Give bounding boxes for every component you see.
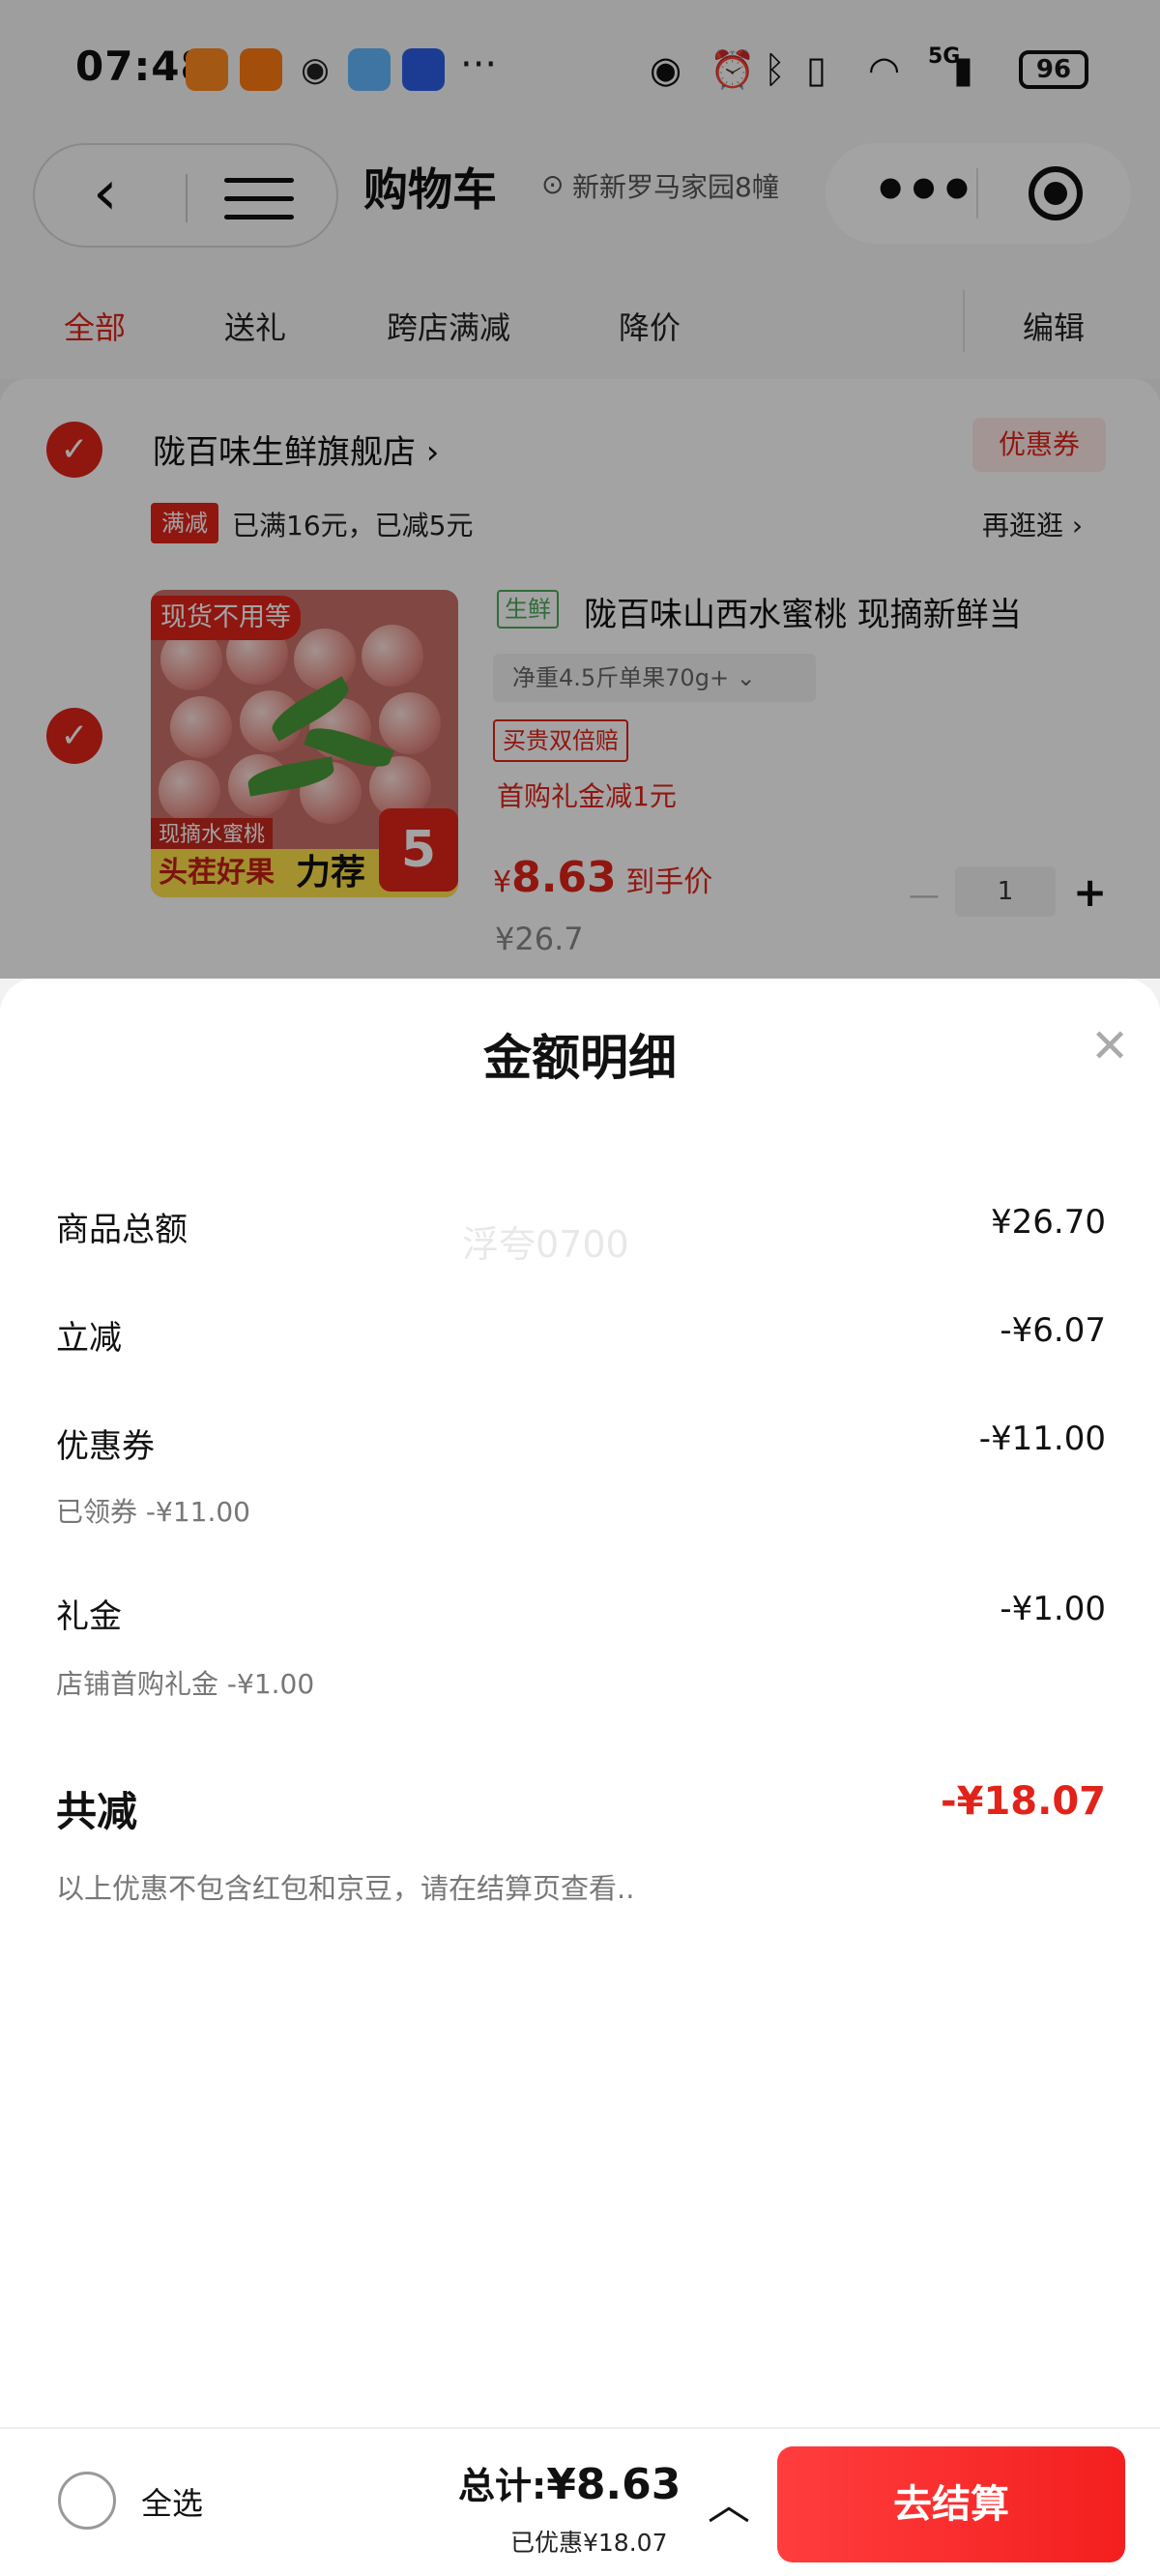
total-discount-label: 共减 bbox=[56, 1788, 138, 1835]
subtotal-label: 商品总额 bbox=[56, 1211, 188, 1249]
gift-value: -¥1.00 bbox=[1000, 1590, 1106, 1628]
gift-detail: 店铺首购礼金 -¥1.00 bbox=[56, 1668, 315, 1700]
select-all-checkbox[interactable] bbox=[58, 2472, 116, 2530]
watermark: 浮夸0700 bbox=[462, 1223, 629, 1266]
checkout-bar: 全选 总计:¥8.63 已优惠¥18.07 ︿ 去结算 bbox=[0, 2427, 1160, 2576]
select-all-label[interactable]: 全选 bbox=[141, 2479, 203, 2524]
chevron-up-icon[interactable]: ︿ bbox=[708, 2470, 750, 2532]
modal-overlay[interactable] bbox=[0, 0, 1160, 979]
total-prefix: 总计: bbox=[458, 2465, 547, 2507]
amount-detail-sheet: 金额明细 ✕ 浮夸0700 商品总额 ¥26.70 立减 -¥6.07 优惠券 … bbox=[0, 979, 1160, 2427]
total-amount: 总计:¥8.63 bbox=[458, 2456, 681, 2509]
saved-amount: 已优惠¥18.07 bbox=[510, 2529, 668, 2557]
coupon-value: -¥11.00 bbox=[978, 1420, 1106, 1458]
close-icon[interactable]: ✕ bbox=[1090, 1019, 1129, 1073]
total-value: ¥8.63 bbox=[546, 2460, 682, 2509]
total-discount-value: -¥18.07 bbox=[941, 1779, 1106, 1824]
checkout-button[interactable]: 去结算 bbox=[777, 2446, 1125, 2562]
sheet-title: 金额明细 bbox=[483, 1030, 677, 1086]
coupon-detail: 已领券 -¥11.00 bbox=[56, 1496, 250, 1528]
discount-note: 以上优惠不包含红包和京豆，请在结算页查看.. bbox=[56, 1872, 635, 1905]
instant-discount-label: 立减 bbox=[56, 1319, 122, 1358]
subtotal-value: ¥26.70 bbox=[991, 1203, 1106, 1242]
gift-label: 礼金 bbox=[56, 1597, 122, 1636]
coupon-label: 优惠券 bbox=[56, 1427, 155, 1466]
instant-discount-value: -¥6.07 bbox=[1000, 1311, 1106, 1350]
